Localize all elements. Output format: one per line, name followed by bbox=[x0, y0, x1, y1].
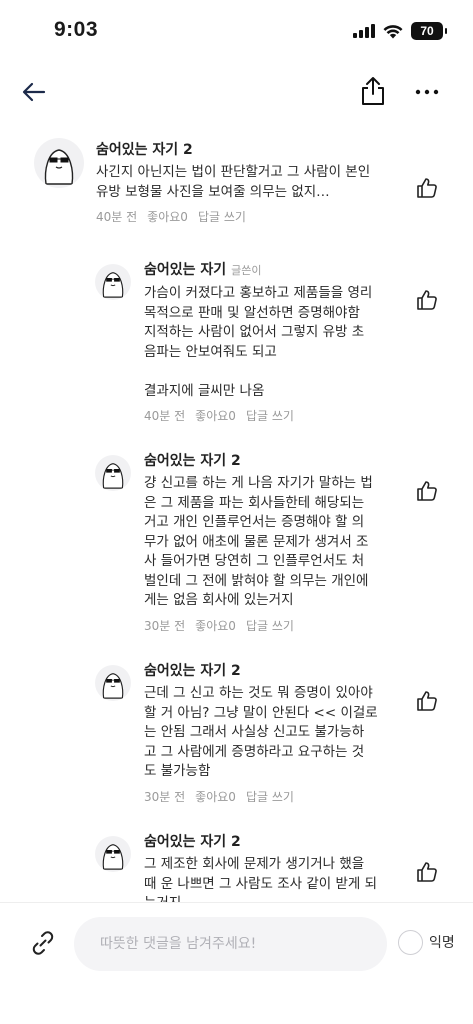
cellular-signal-icon bbox=[353, 24, 375, 38]
penguin-avatar-icon bbox=[102, 463, 124, 489]
comment-author: 숨어있는 자기 2 bbox=[144, 661, 394, 681]
comment-time: 30분 전 bbox=[144, 618, 186, 633]
avatar[interactable] bbox=[95, 455, 131, 491]
reply-button[interactable]: 답글 쓰기 bbox=[246, 409, 294, 423]
like-count[interactable]: 좋아요0 bbox=[195, 619, 236, 633]
thumbs-up-icon[interactable] bbox=[415, 176, 439, 200]
penguin-avatar-icon bbox=[102, 272, 124, 298]
comment-time: 40분 전 bbox=[96, 210, 138, 224]
comment-author: 숨어있는 자기 2 bbox=[144, 832, 394, 852]
avatar[interactable] bbox=[95, 665, 131, 701]
thumbs-up-icon[interactable] bbox=[415, 288, 439, 312]
comment-input-bar: 익명 bbox=[0, 902, 473, 1024]
battery-icon: 70 bbox=[411, 22, 447, 40]
avatar[interactable] bbox=[95, 264, 131, 300]
reply-button[interactable]: 답글 쓰기 bbox=[246, 619, 294, 633]
comment-body: 숨어있는 자기 2 사긴지 아닌지는 법이 판단할거고 그 사람이 본인 유방 … bbox=[96, 140, 396, 225]
status-time: 9:03 bbox=[54, 18, 99, 41]
comment-meta: 30분 전 좋아요0 답글 쓰기 bbox=[144, 617, 394, 634]
writer-badge: 글쓴이 bbox=[231, 264, 262, 277]
wifi-icon bbox=[383, 24, 403, 38]
arrow-left-icon[interactable] bbox=[20, 78, 48, 106]
comment-list: 숨어있는 자기 2 사긴지 아닌지는 법이 판단할거고 그 사람이 본인 유방 … bbox=[0, 126, 473, 902]
penguin-avatar-icon bbox=[102, 844, 124, 870]
comment-author: 숨어있는 자기 글쓴이 bbox=[144, 260, 394, 281]
comment-body: 숨어있는 자기 2 근데 그 신고 하는 것도 뭐 증명이 있아야 할 거 아님… bbox=[144, 661, 394, 805]
penguin-avatar-icon bbox=[102, 673, 124, 699]
nav-bar bbox=[0, 68, 473, 114]
like-count[interactable]: 좋아요0 bbox=[195, 409, 236, 423]
share-icon[interactable] bbox=[358, 75, 388, 107]
comment-body: 숨어있는 자기 2 걍 신고를 하는 게 나음 자기가 말하는 법 은 그 제품… bbox=[144, 451, 394, 634]
author-name: 숨어있는 자기 2 bbox=[96, 142, 193, 158]
reply-button[interactable]: 답글 쓰기 bbox=[246, 790, 294, 804]
more-dots-icon[interactable] bbox=[412, 78, 442, 106]
comment-time: 30분 전 bbox=[144, 789, 186, 804]
thumbs-up-icon[interactable] bbox=[415, 860, 439, 884]
reply-button[interactable]: 답글 쓰기 bbox=[198, 210, 246, 224]
author-name: 숨어있는 자기 bbox=[144, 262, 227, 278]
avatar[interactable] bbox=[95, 836, 131, 872]
comment-body: 숨어있는 자기 2 그 제조한 회사에 문제가 생기거나 했을 때 운 나쁘면 … bbox=[144, 832, 394, 902]
status-icons: 70 bbox=[353, 22, 447, 40]
comment-text: 근데 그 신고 하는 것도 뭐 증명이 있아야 할 거 아님? 그냥 말이 안된… bbox=[144, 685, 378, 779]
anonymous-label: 익명 bbox=[429, 935, 455, 951]
thumbs-up-icon[interactable] bbox=[415, 479, 439, 503]
comment-meta: 30분 전 좋아요0 답글 쓰기 bbox=[144, 788, 394, 805]
link-attach-icon[interactable] bbox=[28, 928, 58, 958]
thumbs-up-icon[interactable] bbox=[415, 689, 439, 713]
avatar[interactable] bbox=[34, 138, 84, 188]
status-bar: 9:03 70 bbox=[0, 0, 473, 62]
like-count[interactable]: 좋아요0 bbox=[195, 790, 236, 804]
comment-text: 걍 신고를 하는 게 나음 자기가 말하는 법 은 그 제품을 파는 회사들한테… bbox=[144, 475, 373, 608]
comment-text: 사긴지 아닌지는 법이 판단할거고 그 사람이 본인 유방 보형물 사진을 보여… bbox=[96, 164, 371, 200]
comment-meta: 40분 전 좋아요0 답글 쓰기 bbox=[96, 208, 396, 225]
comment-body: 숨어있는 자기 글쓴이 가슴이 커졌다고 홍보하고 제품들을 영리 목적으로 판매… bbox=[144, 260, 394, 424]
comment-author: 숨어있는 자기 2 bbox=[96, 140, 396, 160]
author-name: 숨어있는 자기 2 bbox=[144, 453, 241, 469]
comment-author: 숨어있는 자기 2 bbox=[144, 451, 394, 471]
comment-text: 가슴이 커졌다고 홍보하고 제품들을 영리 목적으로 판매 및 알선하면 증명해… bbox=[144, 285, 373, 399]
like-count[interactable]: 좋아요0 bbox=[147, 210, 188, 224]
comment-time: 40분 전 bbox=[144, 409, 186, 423]
anonymous-checkbox[interactable] bbox=[398, 930, 423, 955]
penguin-avatar-icon bbox=[44, 149, 74, 185]
comment-meta: 40분 전 좋아요0 답글 쓰기 bbox=[144, 407, 394, 424]
author-name: 숨어있는 자기 2 bbox=[144, 663, 241, 679]
comment-input[interactable] bbox=[74, 917, 387, 971]
author-name: 숨어있는 자기 2 bbox=[144, 834, 241, 850]
comment-text: 그 제조한 회사에 문제가 생기거나 했을 때 운 나쁘면 그 사람도 조사 같… bbox=[144, 856, 378, 902]
